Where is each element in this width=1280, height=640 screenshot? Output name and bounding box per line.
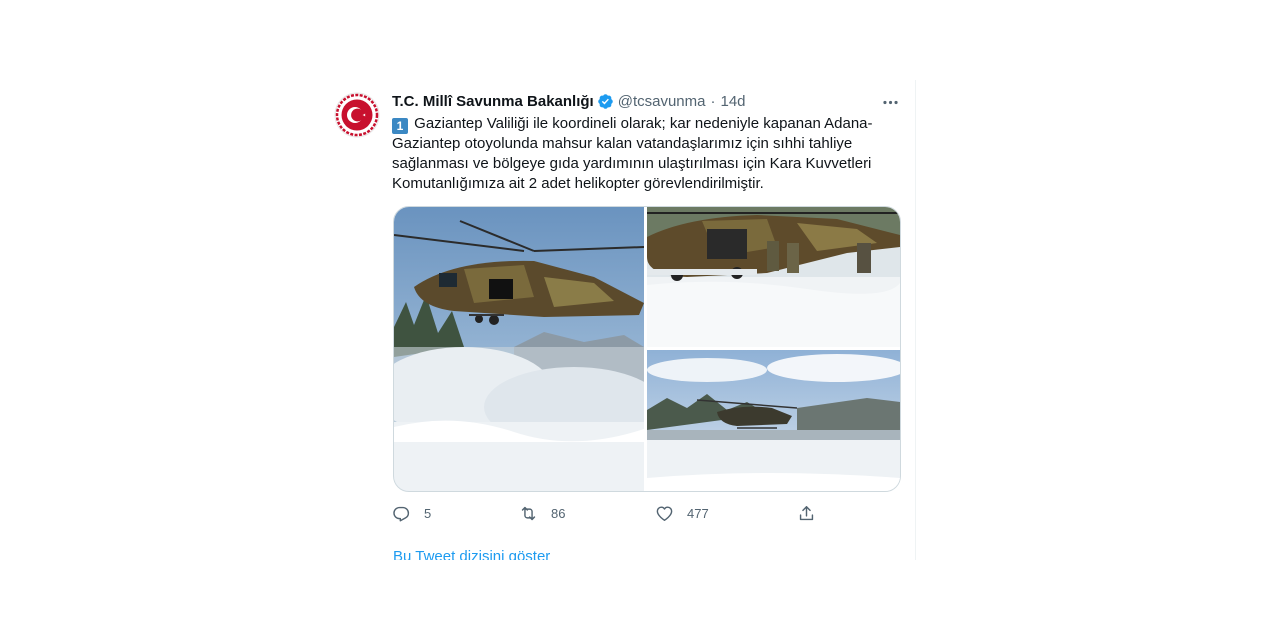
avatar[interactable] xyxy=(334,92,380,138)
account-handle[interactable]: @tcsavunma xyxy=(618,93,706,110)
share-button[interactable] xyxy=(797,501,829,525)
helicopter-image xyxy=(394,207,644,491)
keycap-one-emoji: 1 xyxy=(392,118,408,134)
retweet-count: 86 xyxy=(551,505,566,521)
reply-count: 5 xyxy=(424,505,432,521)
helicopter-image xyxy=(647,207,900,347)
reply-icon xyxy=(393,506,410,521)
more-button[interactable] xyxy=(876,90,904,114)
share-icon xyxy=(799,505,814,520)
tweet-header: T.C. Millî Savunma Bakanlığı @tcsavunma … xyxy=(392,90,746,112)
tweet-text: 1 Gaziantep Valiliği ile koordineli olar… xyxy=(392,114,892,194)
tweet[interactable]: T.C. Millî Savunma Bakanlığı @tcsavunma … xyxy=(334,88,904,568)
media-grid xyxy=(393,206,901,492)
verified-badge-icon xyxy=(597,93,613,109)
reply-button[interactable]: 5 xyxy=(392,501,431,525)
like-icon xyxy=(656,505,673,521)
more-icon xyxy=(882,100,898,104)
timeline-border xyxy=(915,80,916,560)
msb-emblem-icon xyxy=(334,92,380,138)
helicopter-photo-3[interactable] xyxy=(647,350,900,491)
tweet-timestamp[interactable]: 14d xyxy=(720,93,745,110)
helicopter-photo-1[interactable] xyxy=(394,207,644,491)
retweet-button[interactable]: 86 xyxy=(519,501,565,525)
tweet-body: Gaziantep Valiliği ile koordineli olarak… xyxy=(392,115,873,192)
clip-mask xyxy=(330,560,930,640)
tweet-actions: 5 86 477 xyxy=(392,501,892,525)
like-button[interactable]: 477 xyxy=(655,501,709,525)
retweet-icon xyxy=(521,506,536,520)
account-name[interactable]: T.C. Millî Savunma Bakanlığı xyxy=(392,93,594,110)
helicopter-image xyxy=(647,350,900,491)
helicopter-photo-2[interactable] xyxy=(647,207,900,347)
like-count: 477 xyxy=(687,505,709,521)
separator-dot: · xyxy=(710,92,716,110)
